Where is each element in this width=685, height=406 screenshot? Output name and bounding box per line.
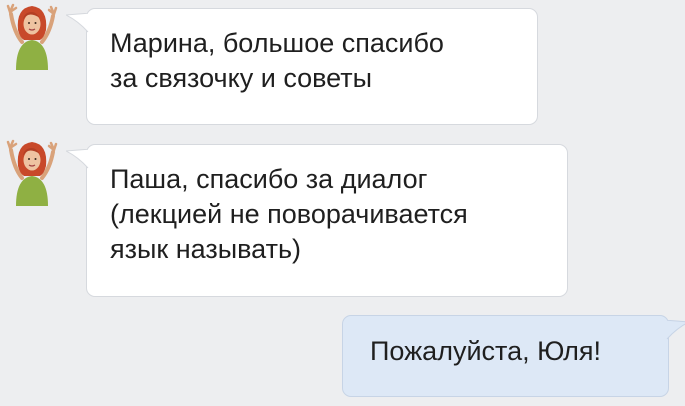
incoming-message-bubble: Паша, спасибо за диалог (лекцией не пово… <box>66 144 568 297</box>
message-text-line: Паша, спасибо за диалог <box>110 164 428 194</box>
bubble-tail-icon <box>66 149 90 169</box>
message-text-line: Марина, большое спасибо <box>110 28 444 58</box>
sender-avatar[interactable] <box>6 2 58 70</box>
message-text-line: Пожалуйста, Юля! <box>370 336 602 366</box>
incoming-message-bubble: Марина, большое спасибо за связочку и со… <box>66 8 538 125</box>
sender-avatar[interactable] <box>6 138 58 206</box>
message-text-line: язык называть) <box>110 234 302 264</box>
outgoing-message-bubble: Пожалуйста, Юля! <box>342 315 685 397</box>
bubble-tail-icon <box>66 13 90 33</box>
message-text-line: (лекцией не поворачивается <box>110 199 468 229</box>
message-text-line: за связочку и советы <box>110 63 373 93</box>
bubble-tail-icon <box>665 320 685 340</box>
woman-avatar-icon <box>6 3 58 70</box>
woman-avatar-icon <box>6 139 58 206</box>
